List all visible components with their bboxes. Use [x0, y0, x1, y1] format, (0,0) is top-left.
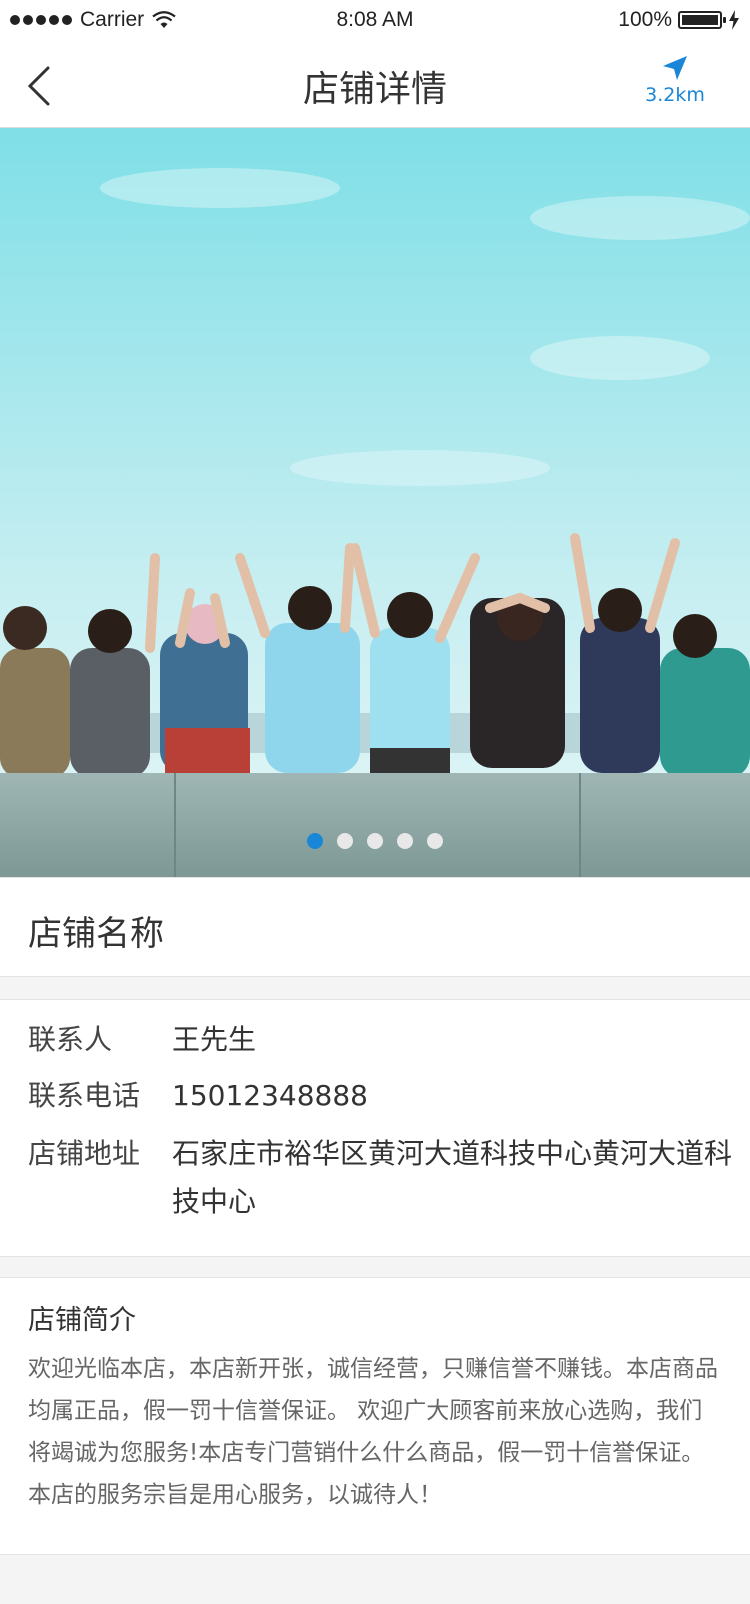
status-right: 100%	[618, 8, 740, 32]
shop-name-section: 店铺名称	[0, 877, 750, 977]
shop-info-section: 联系人 王先生 联系电话 15012348888 店铺地址 石家庄市裕华区黄河大…	[0, 999, 750, 1257]
status-bar: Carrier 8:08 AM 100%	[0, 0, 750, 42]
carousel-dot[interactable]	[337, 833, 353, 849]
banner-image	[0, 128, 750, 877]
battery-icon	[678, 11, 726, 29]
address-row[interactable]: 店铺地址 石家庄市裕华区黄河大道科技中心黄河大道科技中心	[28, 1130, 732, 1226]
carousel-dot[interactable]	[427, 833, 443, 849]
location-button[interactable]: 3.2km	[630, 54, 720, 106]
phone-row[interactable]: 联系电话 15012348888	[28, 1072, 732, 1120]
intro-text: 欢迎光临本店，本店新开张，诚信经营，只赚信誉不赚钱。本店商品均属正品，假一罚十信…	[28, 1356, 718, 1508]
phone-value[interactable]: 15012348888	[172, 1072, 732, 1120]
carousel-indicators	[0, 833, 750, 849]
carousel-dot[interactable]	[397, 833, 413, 849]
banner-carousel[interactable]	[0, 128, 750, 877]
carousel-dot[interactable]	[367, 833, 383, 849]
navigation-bar: 店铺详情 3.2km	[0, 42, 750, 128]
intro-title: 店铺简介	[28, 1305, 136, 1336]
battery-percent: 100%	[618, 8, 672, 31]
contact-label: 联系人	[28, 1023, 113, 1056]
carousel-dot-active[interactable]	[307, 833, 323, 849]
contact-value: 王先生	[172, 1023, 257, 1056]
charging-icon	[729, 10, 739, 30]
distance-label: 3.2km	[645, 84, 705, 106]
contact-row: 联系人 王先生	[28, 1016, 732, 1064]
address-label: 店铺地址	[28, 1137, 141, 1170]
shop-intro-section: 店铺简介 欢迎光临本店，本店新开张，诚信经营，只赚信誉不赚钱。本店商品均属正品，…	[0, 1277, 750, 1555]
phone-label: 联系电话	[28, 1079, 141, 1112]
location-arrow-icon	[663, 56, 687, 80]
address-value[interactable]: 石家庄市裕华区黄河大道科技中心黄河大道科技中心	[172, 1130, 732, 1226]
shop-name: 店铺名称	[28, 914, 164, 954]
